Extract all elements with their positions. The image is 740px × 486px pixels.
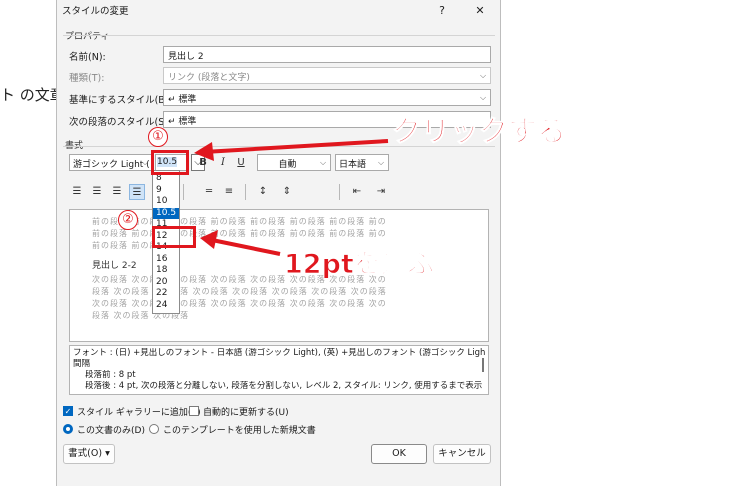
arrow-to-12pt — [211, 238, 281, 256]
arrow-to-dropdown — [203, 139, 389, 154]
callout-click: クリックする — [391, 114, 567, 149]
arrowhead-icon — [200, 230, 218, 249]
callout-select-12pt: 12ptを選ぶ — [284, 249, 436, 281]
arrowhead-icon — [194, 142, 214, 161]
